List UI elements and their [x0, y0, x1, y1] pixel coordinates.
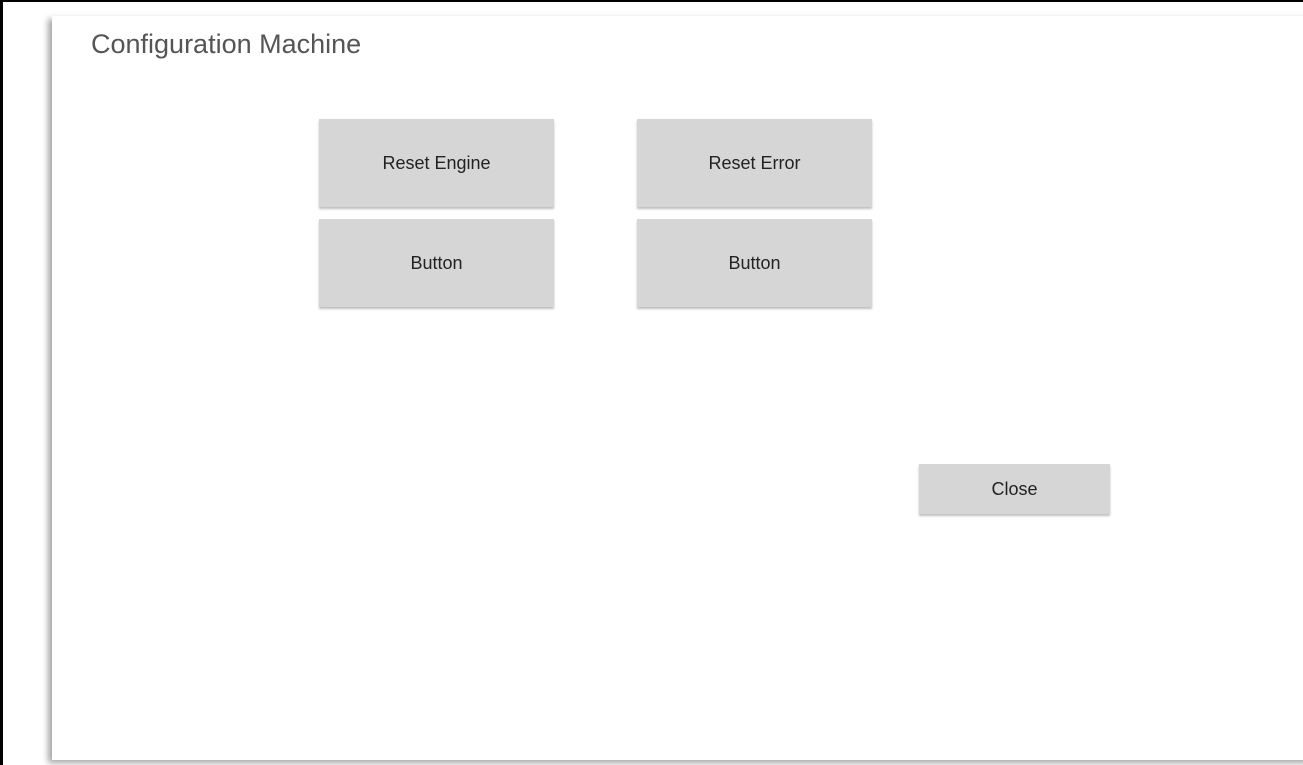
- configuration-dialog: Configuration Machine Reset Engine Reset…: [52, 16, 1303, 760]
- close-button[interactable]: Close: [919, 464, 1110, 514]
- reset-engine-button[interactable]: Reset Engine: [319, 119, 554, 207]
- reset-error-button[interactable]: Reset Error: [637, 119, 872, 207]
- dialog-title: Configuration Machine: [91, 29, 362, 59]
- generic-button-1[interactable]: Button: [319, 219, 554, 307]
- generic-button-2[interactable]: Button: [637, 219, 872, 307]
- screen-frame: Configuration Machine Reset Engine Reset…: [0, 0, 1303, 765]
